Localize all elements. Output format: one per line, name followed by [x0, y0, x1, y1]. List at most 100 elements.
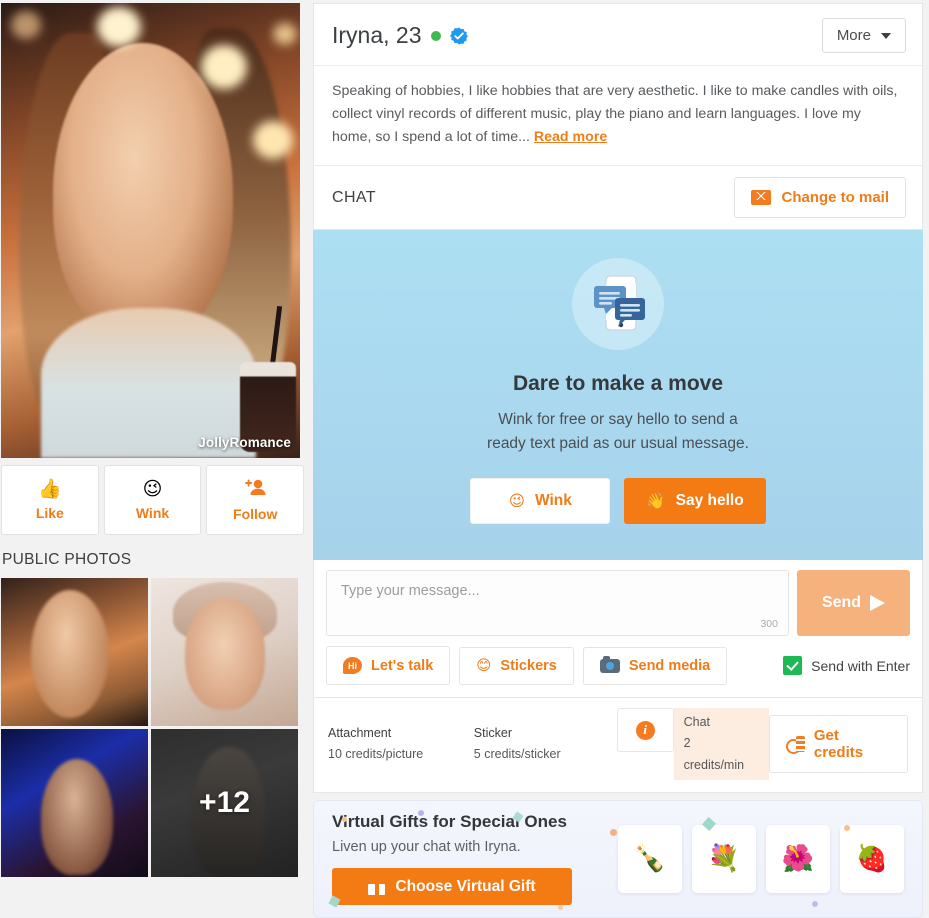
- send-with-enter-toggle[interactable]: Send with Enter: [783, 656, 910, 676]
- envelope-icon: [751, 190, 772, 205]
- chat-header-bar: CHAT Change to mail: [314, 166, 922, 229]
- stickers-button[interactable]: 😊 Stickers: [459, 646, 574, 685]
- photo-watermark: JollyRomance: [198, 435, 291, 450]
- promo-subtitle-line1: Wink for free or say hello to send a: [498, 411, 738, 428]
- change-to-mail-label: Change to mail: [781, 189, 889, 206]
- chat-rate-item: i Chat 2 credits/min: [616, 708, 770, 780]
- bokeh-light: [273, 23, 297, 45]
- chevron-down-icon: [881, 32, 891, 39]
- profile-header: Iryna, 23 More: [314, 4, 922, 66]
- confetti-dot: [342, 816, 347, 822]
- profile-main-photo[interactable]: JollyRomance: [1, 3, 300, 458]
- promo-subtitle: Wink for free or say hello to send a rea…: [333, 408, 903, 456]
- get-credits-label: Get credits: [813, 726, 864, 761]
- wink-face-icon: 😉: [508, 492, 525, 511]
- lets-talk-button[interactable]: Hi Let's talk: [326, 646, 451, 686]
- bokeh-light: [11, 11, 41, 39]
- perfume-bottle-gift[interactable]: 🍾: [618, 824, 682, 893]
- message-composer: Type your message... 300 Send Hi Let's t…: [313, 560, 923, 699]
- bokeh-light: [97, 7, 141, 47]
- profile-about: Speaking of hobbies, I like hobbies that…: [314, 66, 922, 166]
- send-label: Send: [821, 594, 862, 612]
- promo-subtitle-line2: ready text paid as our usual message.: [487, 435, 749, 453]
- photo-detail: [53, 43, 233, 343]
- profile-identity: Iryna, 23: [332, 22, 468, 49]
- chat-header-label: CHAT: [332, 188, 376, 206]
- promo-title: Dare to make a move: [512, 372, 724, 395]
- sticker-rate: 5 credits/sticker: [473, 746, 561, 761]
- promo-banner: Dare to make a move Wink for free or say…: [313, 230, 923, 561]
- character-counter: 300: [760, 618, 778, 631]
- change-to-mail-button[interactable]: Change to mail: [734, 177, 906, 218]
- attachment-rate-item: Attachment 10 credits/picture: [328, 723, 474, 766]
- camera-icon: [599, 655, 620, 673]
- more-dropdown-button[interactable]: More: [821, 18, 906, 53]
- photo-thumbnail[interactable]: [151, 578, 298, 726]
- read-more-link[interactable]: Read more: [534, 129, 607, 145]
- sticker-icon: 😊: [476, 657, 492, 674]
- chat-info-button[interactable]: i: [616, 708, 674, 753]
- sticker-rate-item: Sticker 5 credits/sticker: [474, 723, 617, 766]
- promo-wink-button[interactable]: 😉 Wink: [470, 478, 611, 525]
- confetti-dot: [812, 900, 818, 907]
- photo-thumbnail[interactable]: [1, 729, 148, 877]
- confetti-dot: [844, 824, 850, 831]
- bokeh-light: [201, 45, 247, 89]
- send-media-label: Send media: [628, 657, 711, 674]
- flower-bouquet-gift[interactable]: 💐: [692, 824, 756, 893]
- chat-rate-value: 2 credits/min: [683, 736, 745, 772]
- follow-button[interactable]: Follow: [206, 465, 305, 535]
- about-text: Speaking of hobbies, I like hobbies that…: [332, 83, 898, 145]
- hi-bubble-icon: Hi: [343, 657, 362, 675]
- virtual-gifts-subtitle: Liven up your chat with Iryna.: [332, 839, 521, 856]
- wink-face-icon: 😉: [142, 477, 163, 500]
- chat-rate-box: Chat 2 credits/min: [673, 708, 770, 780]
- sticker-title: Sticker: [473, 725, 512, 740]
- like-button[interactable]: 👍 Like: [1, 465, 99, 535]
- more-photos-count: +12: [199, 786, 250, 819]
- verified-badge-icon: [449, 27, 468, 45]
- confetti-dot: [610, 828, 617, 836]
- stickers-label: Stickers: [500, 657, 557, 674]
- send-with-enter-label: Send with Enter: [811, 657, 910, 674]
- public-photos-title: PUBLIC PHOTOS: [2, 551, 132, 568]
- follow-label: Follow: [233, 506, 278, 522]
- phone-chat-icon: [572, 258, 664, 350]
- message-input[interactable]: Type your message... 300: [326, 570, 789, 637]
- profile-chat-page: JollyRomance 👍 Like 😉 Wink Follow PUBLIC…: [0, 0, 929, 918]
- send-with-enter-checkbox[interactable]: [783, 656, 803, 676]
- composer-quick-actions: Hi Let's talk 😊 Stickers Send media Send…: [326, 646, 910, 686]
- get-credits-button[interactable]: Get credits: [769, 714, 908, 773]
- virtual-gift-thumbnails: 🍾 💐 🌺 🍓: [618, 824, 904, 893]
- confetti-dot: [418, 809, 424, 816]
- attachment-title: Attachment: [328, 725, 392, 740]
- promo-say-hello-label: Say hello: [675, 492, 744, 510]
- composer-input-row: Type your message... 300 Send: [326, 570, 910, 637]
- photo-thumbnail[interactable]: [1, 578, 148, 726]
- info-icon: i: [635, 720, 655, 740]
- send-button[interactable]: Send: [797, 570, 910, 637]
- attachment-rate: 10 credits/picture: [328, 746, 424, 761]
- profile-card: Iryna, 23 More Speaking of hobbies, I li: [313, 3, 923, 230]
- paper-plane-icon: [870, 595, 886, 612]
- wink-label: Wink: [135, 504, 170, 521]
- lets-talk-label: Let's talk: [371, 657, 434, 674]
- coins-icon: [786, 735, 805, 754]
- chat-rate-title: Chat: [683, 715, 711, 730]
- photo-thumbnail-more[interactable]: +12: [151, 729, 298, 877]
- waving-hand-icon: 👋: [646, 492, 666, 511]
- profile-sidebar: JollyRomance 👍 Like 😉 Wink Follow PUBLIC…: [0, 0, 310, 897]
- promo-say-hello-button[interactable]: 👋 Say hello: [624, 478, 766, 525]
- strawberries-gift[interactable]: 🍓: [840, 824, 904, 893]
- bokeh-light: [253, 121, 293, 159]
- online-status-dot: [430, 30, 441, 41]
- gift-box-icon: [368, 878, 386, 895]
- wink-button[interactable]: 😉 Wink: [103, 465, 202, 535]
- send-media-button[interactable]: Send media: [582, 646, 728, 685]
- flower-basket-gift[interactable]: 🌺: [766, 824, 830, 893]
- credits-bar: Attachment 10 credits/picture Sticker 5 …: [313, 698, 923, 793]
- virtual-gifts-panel: Virtual Gifts for Special Ones Liven up …: [313, 799, 923, 918]
- chat-panel: Iryna, 23 More Speaking of hobbies, I li: [310, 0, 929, 918]
- public-photos-grid: +12: [0, 578, 299, 877]
- choose-virtual-gift-button[interactable]: Choose Virtual Gift: [332, 868, 572, 906]
